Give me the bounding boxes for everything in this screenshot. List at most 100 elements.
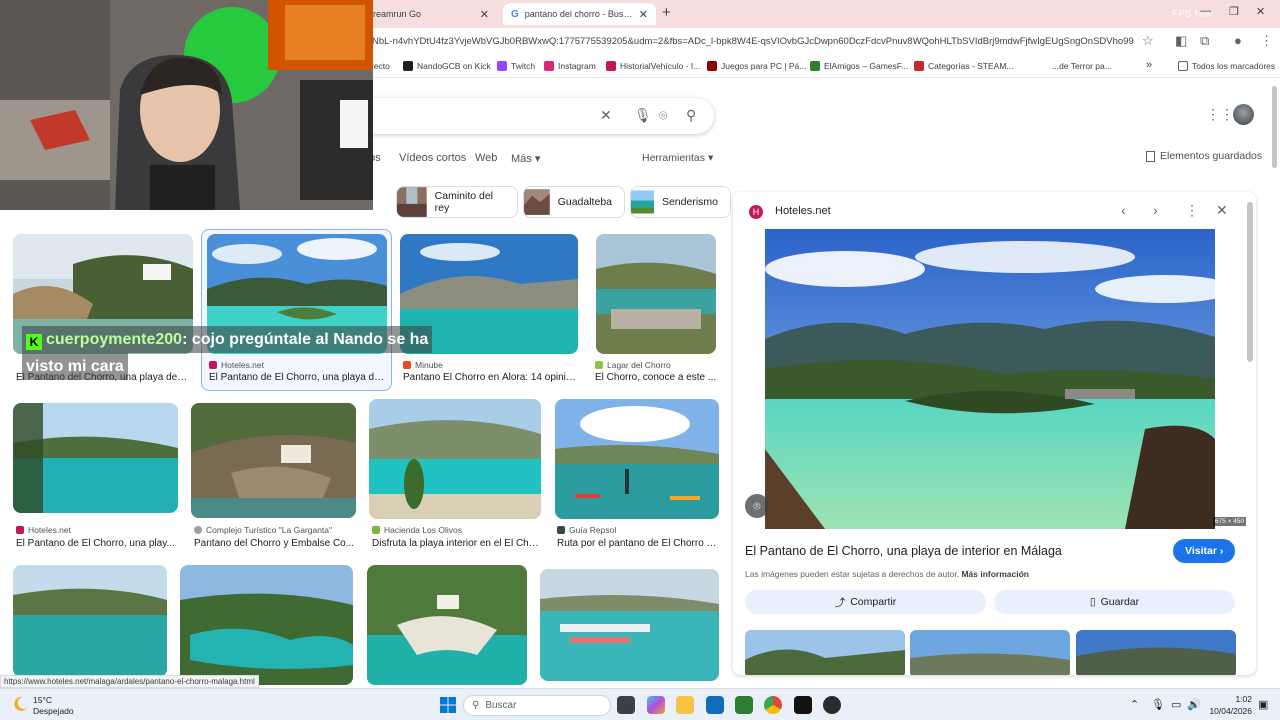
windows-start-icon[interactable] <box>439 696 457 714</box>
bookmark-item[interactable]: ElAmigos – GamesF... <box>810 61 908 71</box>
search-icon[interactable]: ⚲ <box>686 107 696 124</box>
extension-icon[interactable]: ◧ <box>1175 33 1187 49</box>
voice-search-icon[interactable]: 🎙 <box>634 107 652 124</box>
obs-icon[interactable] <box>823 696 841 714</box>
close-tab-icon[interactable]: ✕ <box>639 8 648 21</box>
webcam-overlay <box>0 0 373 210</box>
extensions-puzzle-icon[interactable]: ⧉ <box>1200 33 1209 49</box>
result-caption[interactable]: Ruta por el pantano de El Chorro (... <box>557 538 717 549</box>
twitch-icon <box>497 61 507 71</box>
tab-web[interactable]: Web <box>475 152 497 164</box>
result-image[interactable] <box>180 565 353 685</box>
result-image[interactable] <box>369 399 541 519</box>
chip-thumbnail <box>631 190 654 214</box>
browser-menu-icon[interactable]: ⋮ <box>1260 33 1273 49</box>
network-icon[interactable]: ▭ <box>1171 698 1181 711</box>
clock-date[interactable]: 10/04/2026 <box>1208 706 1252 716</box>
lens-icon[interactable]: ⌾ <box>745 494 769 518</box>
tiktok-icon[interactable] <box>794 696 812 714</box>
result-caption[interactable]: El Pantano de El Chorro, una play... <box>16 538 178 549</box>
tools-button[interactable]: Herramientas ▾ <box>642 152 713 164</box>
save-button[interactable]: ▯ Guardar <box>994 590 1235 614</box>
instagram-icon <box>544 61 554 71</box>
previous-icon[interactable]: ‹ <box>1121 202 1126 218</box>
profile-icon[interactable]: ● <box>1234 33 1242 48</box>
bookmark-item[interactable]: Juegos para PC | Pá... <box>707 61 806 71</box>
share-button[interactable]: ⤴ Compartir <box>745 590 986 614</box>
browser-tab-active[interactable]: G pantano del chorro - Buscar co ✕ <box>503 3 656 25</box>
close-icon[interactable]: ✕ <box>1216 202 1228 219</box>
result-caption[interactable]: El Chorro, conoce a este ... <box>595 372 717 383</box>
more-info-link[interactable]: Más información <box>961 569 1029 579</box>
related-image[interactable] <box>745 630 905 675</box>
related-image[interactable] <box>1076 630 1236 675</box>
xbox-app-icon[interactable] <box>735 696 753 714</box>
browser-tab[interactable]: reamrun Go ✕ <box>365 3 497 25</box>
maximize-icon[interactable]: ❐ <box>1229 5 1239 18</box>
close-window-icon[interactable]: ✕ <box>1256 5 1265 18</box>
visit-button[interactable]: Visitar › <box>1173 539 1236 563</box>
result-image[interactable] <box>367 565 527 685</box>
more-options-icon[interactable]: ⋮ <box>1185 202 1199 219</box>
chip-caminito-del-rey[interactable]: Caminito del rey <box>396 186 518 218</box>
show-hidden-icons-icon[interactable]: ⌃ <box>1130 698 1139 711</box>
result-caption[interactable]: Pantano del Chorro y Embalse Co... <box>194 538 356 549</box>
tab-more[interactable]: Más ▾ <box>511 152 540 165</box>
result-source: Complejo Turístico "La Garganta" <box>194 525 332 535</box>
hoteles-favicon-icon <box>16 526 24 534</box>
bookmark-item[interactable]: Categorías - STEAM... <box>914 61 1014 71</box>
bookmark-item[interactable]: Twitch <box>497 61 535 71</box>
preview-site-name[interactable]: Hoteles.net <box>775 205 831 217</box>
google-favicon-icon: G <box>511 8 519 20</box>
panel-scrollbar[interactable] <box>1247 202 1253 362</box>
result-source: Hacienda Los Olivos <box>372 525 462 535</box>
bookmark-item[interactable]: ...de Terror pa... <box>1052 61 1112 71</box>
all-bookmarks-folder[interactable]: Todos los marcadores <box>1178 61 1275 71</box>
tab-title: pantano del chorro - Buscar co <box>524 9 633 19</box>
minimize-icon[interactable]: — <box>1200 5 1211 17</box>
chip-guadalteba[interactable]: Guadalteba <box>523 186 625 218</box>
clock-time[interactable]: 1:02 <box>1208 694 1252 704</box>
bookmark-icon: ▯ <box>1089 596 1096 608</box>
result-image[interactable] <box>191 403 356 518</box>
result-image[interactable] <box>13 403 178 513</box>
result-image[interactable] <box>540 569 719 681</box>
clear-search-icon[interactable]: ✕ <box>600 107 612 124</box>
bookmark-item[interactable]: HistorialVehículo - I... <box>606 61 700 71</box>
result-image[interactable] <box>13 565 167 677</box>
copilot-icon[interactable] <box>647 696 665 714</box>
microphone-icon[interactable]: 🎙 <box>1151 698 1165 711</box>
chrome-icon[interactable] <box>764 696 782 714</box>
page-scrollbar[interactable] <box>1272 86 1277 168</box>
lens-search-icon[interactable]: ⌾ <box>659 107 667 124</box>
result-caption[interactable]: Disfruta la playa interior en el El Cho.… <box>372 538 540 549</box>
bookmark-item[interactable]: NandoGCB on Kick <box>403 61 491 71</box>
bookmark-item[interactable]: recto <box>371 61 390 71</box>
tab-short-videos[interactable]: Vídeos cortos <box>399 152 466 164</box>
weather-temperature[interactable]: 15°C <box>33 695 52 705</box>
volume-icon[interactable]: 🔊 <box>1187 698 1201 711</box>
result-image[interactable] <box>596 234 716 354</box>
result-image[interactable] <box>555 399 719 519</box>
new-tab-button[interactable]: + <box>662 4 671 21</box>
games-site-icon <box>707 61 717 71</box>
moon-weather-icon[interactable] <box>11 695 29 713</box>
bookmark-item[interactable]: Instagram <box>544 61 596 71</box>
more-bookmarks-icon[interactable]: » <box>1146 59 1152 71</box>
next-icon[interactable]: › <box>1153 202 1158 218</box>
notifications-icon[interactable]: ▣ <box>1258 698 1268 711</box>
microsoft-store-icon[interactable] <box>706 696 724 714</box>
chip-senderismo[interactable]: Senderismo <box>630 186 731 218</box>
chat-message: : cojo pregúntale al Nando se ha <box>182 331 429 348</box>
related-image[interactable] <box>910 630 1070 675</box>
avatar[interactable] <box>1233 104 1254 125</box>
task-view-icon[interactable] <box>617 696 635 714</box>
address-bar-url[interactable]: NbL-n4vhYDtU4fz3YvjeWbVGJb0RBWxwQ:177577… <box>372 36 1134 47</box>
preview-title[interactable]: El Pantano de El Chorro, una playa de in… <box>745 544 1062 558</box>
bookmark-star-icon[interactable]: ☆ <box>1142 33 1154 49</box>
preview-image[interactable] <box>765 229 1215 529</box>
saved-items-link[interactable]: Elementos guardados <box>1146 150 1262 162</box>
close-tab-icon[interactable]: ✕ <box>480 8 489 21</box>
taskbar-search[interactable]: ⚲ Buscar <box>463 695 611 716</box>
file-explorer-icon[interactable] <box>676 696 694 714</box>
